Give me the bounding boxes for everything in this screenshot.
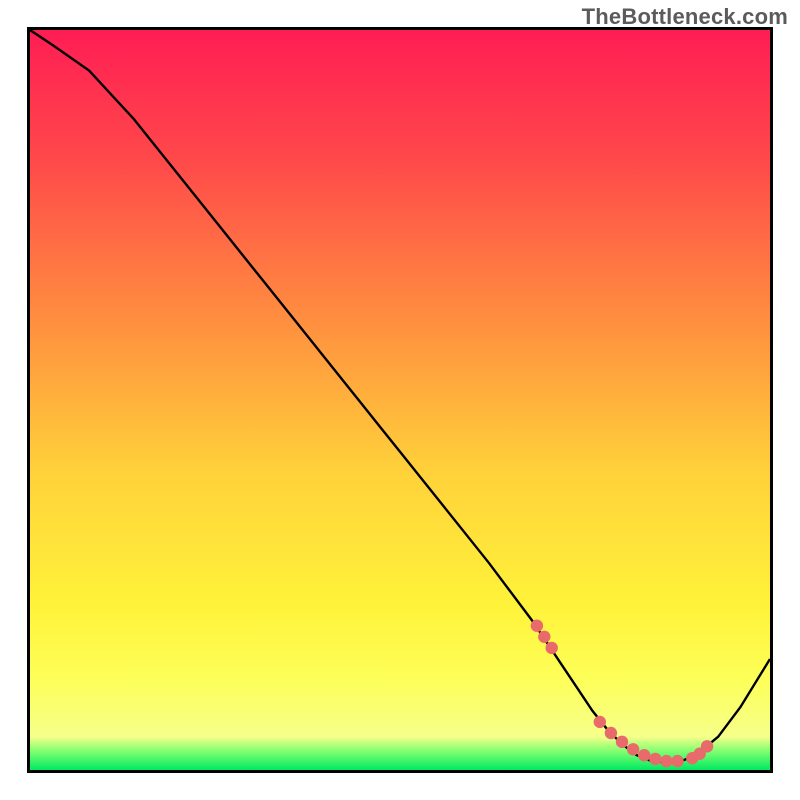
curve-marker <box>701 740 713 752</box>
curve-marker <box>671 755 683 767</box>
curve-marker <box>605 727 617 739</box>
chart-frame: TheBottleneck.com <box>0 0 800 800</box>
curve-marker <box>531 620 543 632</box>
curve-marker <box>638 749 650 761</box>
curve-marker <box>627 743 639 755</box>
plot-area <box>27 27 773 773</box>
curve-marker <box>616 736 628 748</box>
chart-svg <box>30 30 770 770</box>
curve-marker <box>649 753 661 765</box>
curve-marker <box>660 755 672 767</box>
curve-marker <box>546 642 558 654</box>
gradient-background <box>30 30 770 770</box>
curve-marker <box>594 716 606 728</box>
curve-marker <box>538 631 550 643</box>
